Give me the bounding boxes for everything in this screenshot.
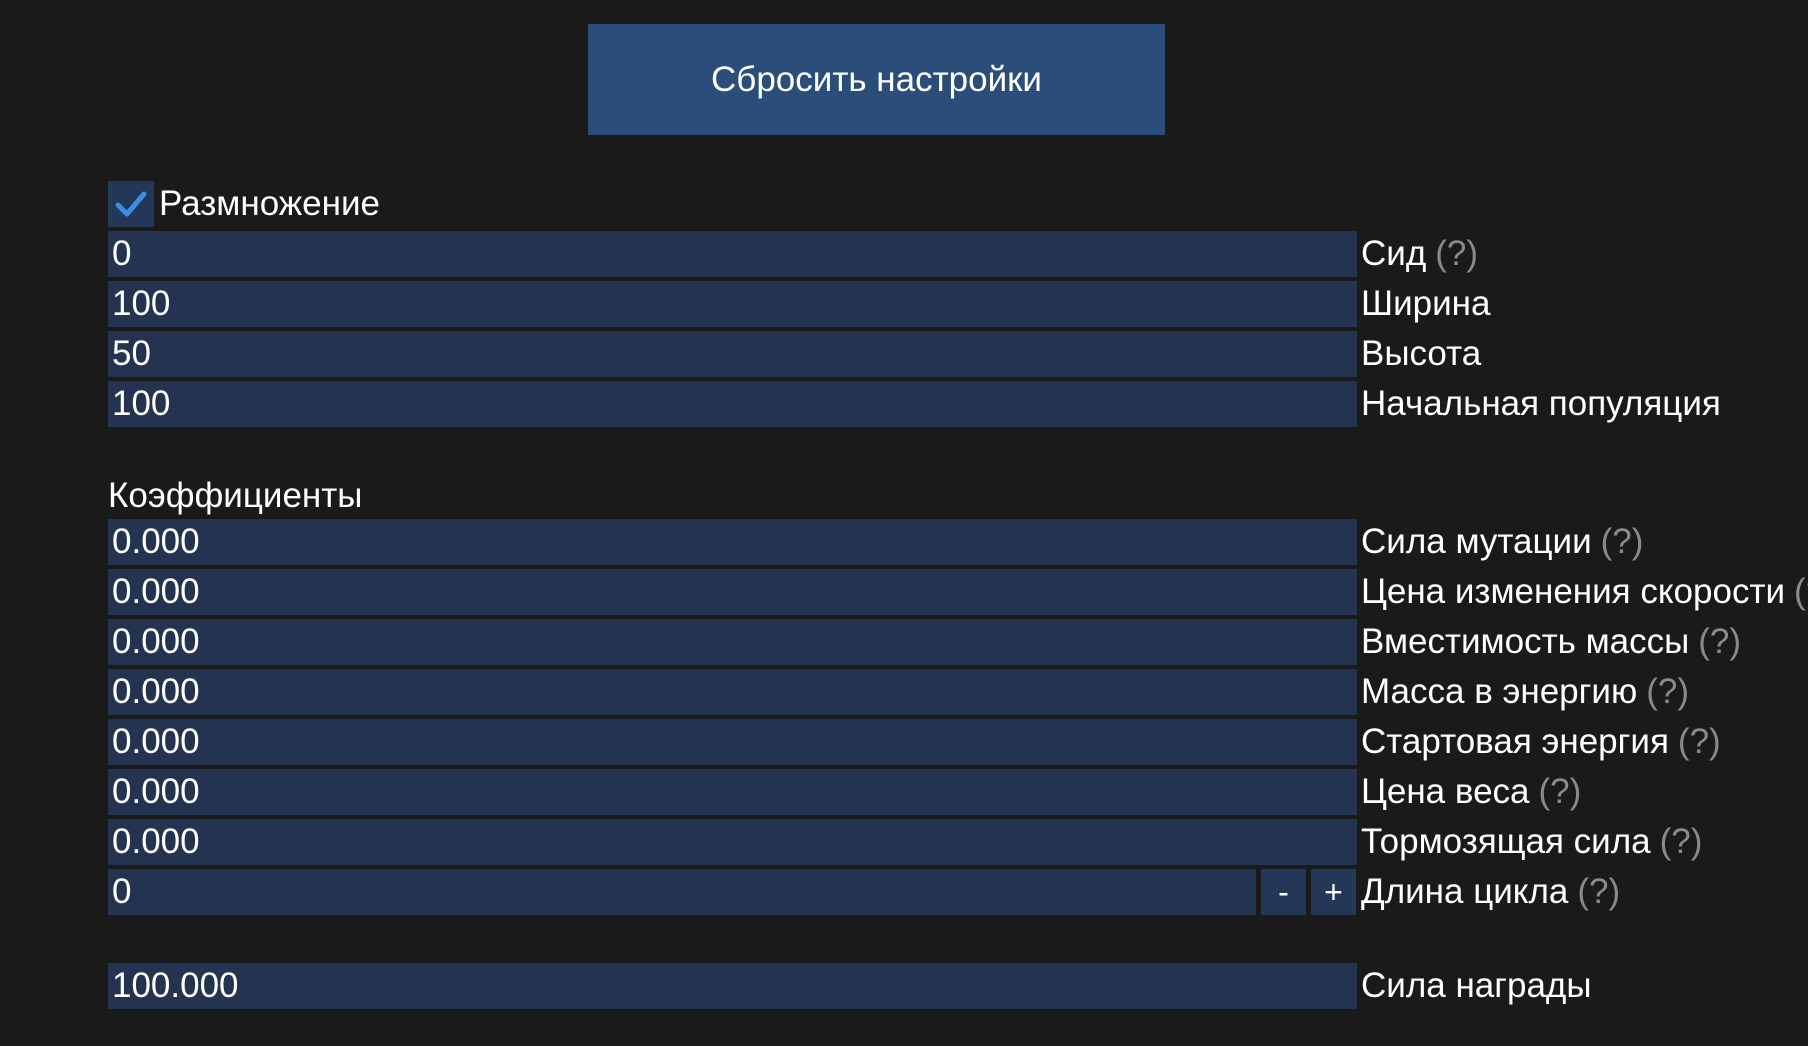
- cycle-length-decrement-button[interactable]: -: [1261, 869, 1306, 915]
- weight-cost-row: Цена веса(?): [108, 769, 1808, 815]
- width-input[interactable]: [108, 281, 1357, 327]
- reward-strength-row: Сила награды: [108, 963, 1808, 1009]
- cycle-length-input[interactable]: [108, 869, 1256, 915]
- mass-to-energy-row: Масса в энергию(?): [108, 669, 1808, 715]
- speed-change-cost-label: Цена изменения скорости(?): [1361, 569, 1808, 615]
- starting-energy-row: Стартовая энергия(?): [108, 719, 1808, 765]
- mutation-strength-input[interactable]: [108, 519, 1357, 565]
- settings-panel: Сбросить настройки Размножение Сид(?) Ши…: [0, 0, 1808, 1046]
- mass-to-energy-input[interactable]: [108, 669, 1357, 715]
- cycle-length-row: - + Длина цикла(?): [108, 869, 1808, 915]
- mass-capacity-label: Вместимость массы (?): [1361, 622, 1742, 661]
- coefficients-heading: Коэффициенты: [108, 476, 363, 515]
- braking-force-help-icon[interactable]: (?): [1660, 822, 1703, 861]
- weight-cost-help-icon[interactable]: (?): [1539, 772, 1582, 811]
- starting-energy-help-icon[interactable]: (?): [1678, 722, 1721, 761]
- width-row: Ширина: [108, 281, 1808, 327]
- mass-capacity-help-icon[interactable]: (?): [1698, 622, 1741, 661]
- reproduction-label: Размножение: [159, 184, 380, 223]
- reproduction-checkbox[interactable]: [108, 181, 154, 227]
- mass-capacity-row: Вместимость массы(?): [108, 619, 1808, 665]
- reset-settings-button[interactable]: Сбросить настройки: [588, 24, 1165, 135]
- speed-change-cost-input[interactable]: [108, 569, 1357, 615]
- cycle-length-help-icon[interactable]: (?): [1577, 872, 1620, 911]
- starting-energy-label: Стартовая энергия (?): [1361, 722, 1721, 761]
- starting-energy-input[interactable]: [108, 719, 1357, 765]
- braking-force-input[interactable]: [108, 819, 1357, 865]
- mass-capacity-input[interactable]: [108, 619, 1357, 665]
- seed-row: Сид(?): [108, 231, 1808, 277]
- height-label: Высота: [1361, 334, 1482, 373]
- mass-to-energy-label: Масса в энергию (?): [1361, 672, 1689, 711]
- cycle-length-label: Длина цикла (?): [1361, 872, 1621, 911]
- mutation-strength-row: Сила мутации(?): [108, 519, 1808, 565]
- reproduction-toggle[interactable]: Размножение: [108, 181, 380, 227]
- seed-input[interactable]: [108, 231, 1357, 277]
- mutation-strength-label: Сила мутации (?): [1361, 522, 1644, 561]
- weight-cost-label: Цена веса (?): [1361, 772, 1582, 811]
- height-row: Высота: [108, 331, 1808, 377]
- weight-cost-input[interactable]: [108, 769, 1357, 815]
- initial-population-row: Начальная популяция: [108, 381, 1808, 427]
- seed-help-icon[interactable]: (?): [1435, 234, 1478, 273]
- height-input[interactable]: [108, 331, 1357, 377]
- speed-change-cost-help-icon[interactable]: (?): [1794, 572, 1808, 611]
- initial-population-input[interactable]: [108, 381, 1357, 427]
- braking-force-row: Тормозящая сила(?): [108, 819, 1808, 865]
- initial-population-label: Начальная популяция: [1361, 384, 1721, 423]
- mutation-strength-help-icon[interactable]: (?): [1601, 522, 1644, 561]
- checkmark-icon: [115, 191, 147, 217]
- reward-strength-label: Сила награды: [1361, 966, 1592, 1005]
- width-label: Ширина: [1361, 284, 1491, 323]
- reward-strength-input[interactable]: [108, 963, 1357, 1009]
- braking-force-label: Тормозящая сила (?): [1361, 822, 1703, 861]
- seed-label: Сид (?): [1361, 234, 1479, 273]
- mass-to-energy-help-icon[interactable]: (?): [1646, 672, 1689, 711]
- cycle-length-increment-button[interactable]: +: [1311, 869, 1356, 915]
- speed-change-cost-row: Цена изменения скорости(?): [108, 569, 1808, 615]
